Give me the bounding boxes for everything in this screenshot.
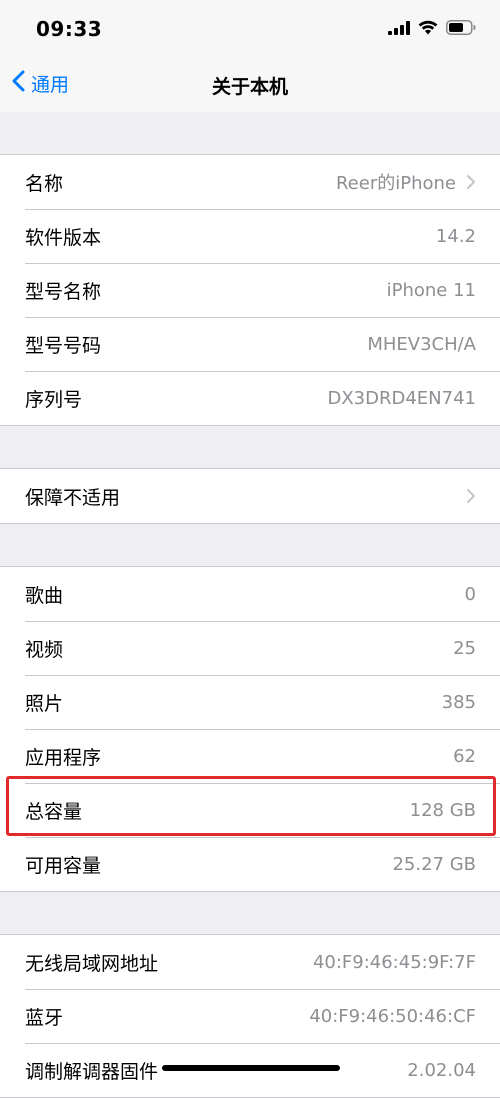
row-value: 14.2 — [435, 225, 476, 247]
row-serial-number[interactable]: 序列号 DX3DRD4EN741 — [0, 371, 500, 425]
row-value: 128 GB — [409, 799, 476, 821]
chevron-right-icon — [466, 488, 476, 504]
row-label: 型号号码 — [25, 334, 102, 357]
row-photos: 照片 385 — [0, 675, 500, 729]
row-label: 无线局域网地址 — [25, 952, 159, 975]
row-coverage[interactable]: 保障不适用 — [0, 469, 500, 523]
row-label: 可用容量 — [25, 854, 102, 877]
status-time: 09:33 — [36, 17, 103, 41]
device-info-group: 名称 Reer的iPhone 软件版本 14.2 型号名称 iPhone 11 … — [0, 154, 500, 426]
row-label: 视频 — [25, 638, 64, 661]
row-value: 40:F9:46:45:9F:7F — [312, 951, 476, 973]
row-bluetooth[interactable]: 蓝牙 40:F9:46:50:46:CF — [0, 989, 500, 1043]
row-value: 25.27 GB — [392, 853, 476, 875]
row-wifi-address[interactable]: 无线局域网地址 40:F9:46:45:9F:7F — [0, 935, 500, 989]
row-value: MHEV3CH/A — [367, 333, 476, 355]
row-label: 调制解调器固件 — [25, 1060, 159, 1083]
row-value: 0 — [464, 583, 476, 605]
row-value: 40:F9:46:50:46:CF — [309, 1005, 476, 1027]
chevron-right-icon — [466, 174, 476, 190]
coverage-group: 保障不适用 — [0, 468, 500, 524]
status-icons — [388, 20, 476, 39]
media-storage-group: 歌曲 0 视频 25 照片 385 应用程序 62 总容量 128 GB 可用容… — [0, 566, 500, 892]
network-info-group: 无线局域网地址 40:F9:46:45:9F:7F 蓝牙 40:F9:46:50… — [0, 934, 500, 1098]
home-indicator[interactable] — [162, 1065, 340, 1071]
row-available: 可用容量 25.27 GB — [0, 837, 500, 891]
row-value: Reer的iPhone — [335, 173, 456, 194]
row-label: 软件版本 — [25, 226, 102, 249]
row-label: 应用程序 — [25, 746, 102, 769]
row-videos: 视频 25 — [0, 621, 500, 675]
row-value: DX3DRD4EN741 — [327, 387, 476, 409]
row-label: 保障不适用 — [25, 486, 121, 509]
settings-list: 名称 Reer的iPhone 软件版本 14.2 型号名称 iPhone 11 … — [0, 112, 500, 1098]
row-model-name: 型号名称 iPhone 11 — [0, 263, 500, 317]
cellular-signal-icon — [388, 20, 410, 39]
wifi-icon — [418, 20, 438, 39]
battery-icon — [446, 20, 476, 39]
row-value: 25 — [453, 637, 476, 659]
row-label: 序列号 — [25, 388, 83, 411]
page-title: 关于本机 — [211, 76, 288, 98]
row-software-version: 软件版本 14.2 — [0, 209, 500, 263]
row-capacity: 总容量 128 GB — [0, 783, 500, 837]
row-label: 歌曲 — [25, 584, 64, 607]
row-label: 总容量 — [25, 800, 83, 823]
status-bar: 09:33 — [0, 0, 500, 58]
row-value: 2.02.04 — [407, 1059, 476, 1081]
row-value: iPhone 11 — [386, 279, 476, 301]
row-label: 照片 — [25, 692, 64, 715]
row-model-number[interactable]: 型号号码 MHEV3CH/A — [0, 317, 500, 371]
row-label: 蓝牙 — [25, 1006, 64, 1029]
row-label: 型号名称 — [25, 280, 102, 303]
row-label: 名称 — [25, 172, 64, 195]
row-value: 385 — [441, 691, 476, 713]
row-value: 62 — [453, 745, 476, 767]
row-name[interactable]: 名称 Reer的iPhone — [0, 155, 500, 209]
row-songs: 歌曲 0 — [0, 567, 500, 621]
row-applications: 应用程序 62 — [0, 729, 500, 783]
navigation-bar: 通用 关于本机 — [0, 58, 500, 113]
